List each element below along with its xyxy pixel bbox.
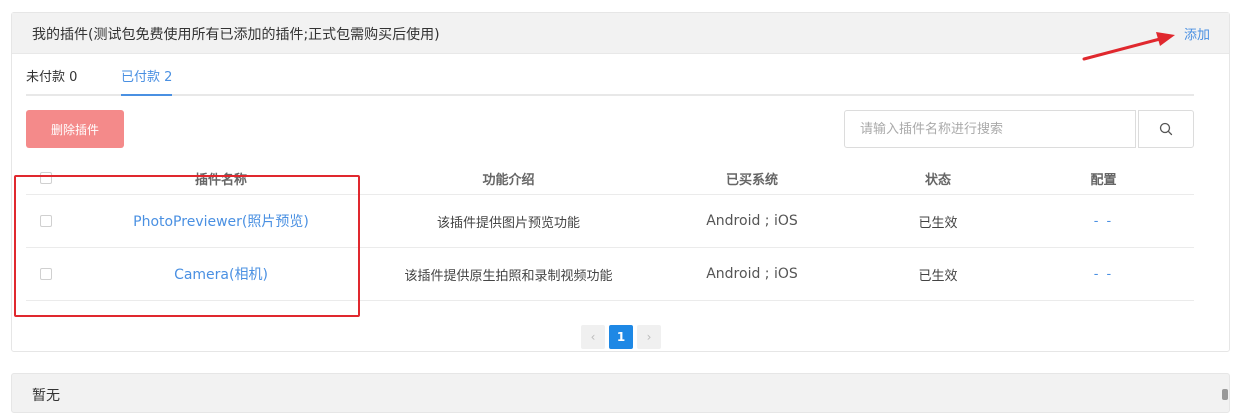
table-row: PhotoPreviewer(照片预览) 该插件提供图片预览功能 Android… bbox=[26, 195, 1194, 248]
delete-plugin-button[interactable]: 删除插件 bbox=[26, 110, 124, 148]
prev-page-button[interactable]: ‹ bbox=[581, 325, 605, 349]
search-button[interactable] bbox=[1138, 110, 1194, 148]
plugin-config-link[interactable]: - - bbox=[1013, 248, 1194, 300]
tab-paid[interactable]: 已付款 2 bbox=[121, 66, 173, 96]
plugin-description: 该插件提供图片预览功能 bbox=[436, 215, 580, 231]
table-header-row: 插件名称 功能介绍 已买系统 状态 配置 bbox=[26, 162, 1194, 195]
plugin-name-link[interactable]: Camera(相机) bbox=[66, 248, 376, 300]
tab-unpaid[interactable]: 未付款 0 bbox=[26, 66, 77, 94]
pagination: ‹ 1 › bbox=[581, 325, 661, 349]
search-icon bbox=[1159, 122, 1173, 136]
header-status: 状态 bbox=[924, 172, 951, 188]
plugin-system: Android ; iOS bbox=[706, 213, 798, 229]
plugin-name-link[interactable]: PhotoPreviewer(照片预览) bbox=[66, 195, 376, 247]
plugin-description: 该插件提供原生拍照和录制视频功能 bbox=[404, 268, 613, 284]
row-checkbox[interactable] bbox=[40, 215, 52, 227]
header-system: 已买系统 bbox=[725, 172, 778, 188]
panel-header: 我的插件(测试包免费使用所有已添加的插件;正式包需购买后使用) 添加 bbox=[12, 13, 1229, 54]
row-checkbox-cell bbox=[26, 248, 66, 300]
plugin-status: 已生效 bbox=[918, 215, 958, 231]
header-checkbox-cell bbox=[26, 162, 66, 194]
panel-title: 我的插件(测试包免费使用所有已添加的插件;正式包需购买后使用) bbox=[32, 27, 440, 43]
plugin-system: Android ; iOS bbox=[706, 266, 798, 282]
plugin-search-input[interactable] bbox=[844, 110, 1136, 148]
red-arrow-annotation-icon bbox=[1082, 32, 1175, 61]
scrollbar-thumb[interactable] bbox=[1222, 389, 1228, 400]
next-page-button[interactable]: › bbox=[637, 325, 661, 349]
add-plugin-link[interactable]: 添加 bbox=[1184, 24, 1210, 43]
row-checkbox[interactable] bbox=[40, 268, 52, 280]
plugin-table: 插件名称 功能介绍 已买系统 状态 配置 PhotoPreviewer(照片预览… bbox=[26, 162, 1194, 301]
table-row: Camera(相机) 该插件提供原生拍照和录制视频功能 Android ; iO… bbox=[26, 248, 1194, 301]
select-all-checkbox[interactable] bbox=[40, 172, 52, 184]
payment-tabs: 未付款 0 已付款 2 bbox=[26, 66, 1194, 96]
header-config: 配置 bbox=[1090, 172, 1117, 188]
header-plugin-name: 插件名称 bbox=[194, 172, 247, 188]
empty-panel-title: 暂无 bbox=[32, 388, 60, 404]
plugin-status: 已生效 bbox=[918, 268, 958, 284]
plugin-config-link[interactable]: - - bbox=[1013, 195, 1194, 247]
header-description: 功能介绍 bbox=[482, 172, 535, 188]
row-checkbox-cell bbox=[26, 195, 66, 247]
page-1-button[interactable]: 1 bbox=[609, 325, 633, 349]
empty-panel: 暂无 bbox=[11, 373, 1230, 413]
